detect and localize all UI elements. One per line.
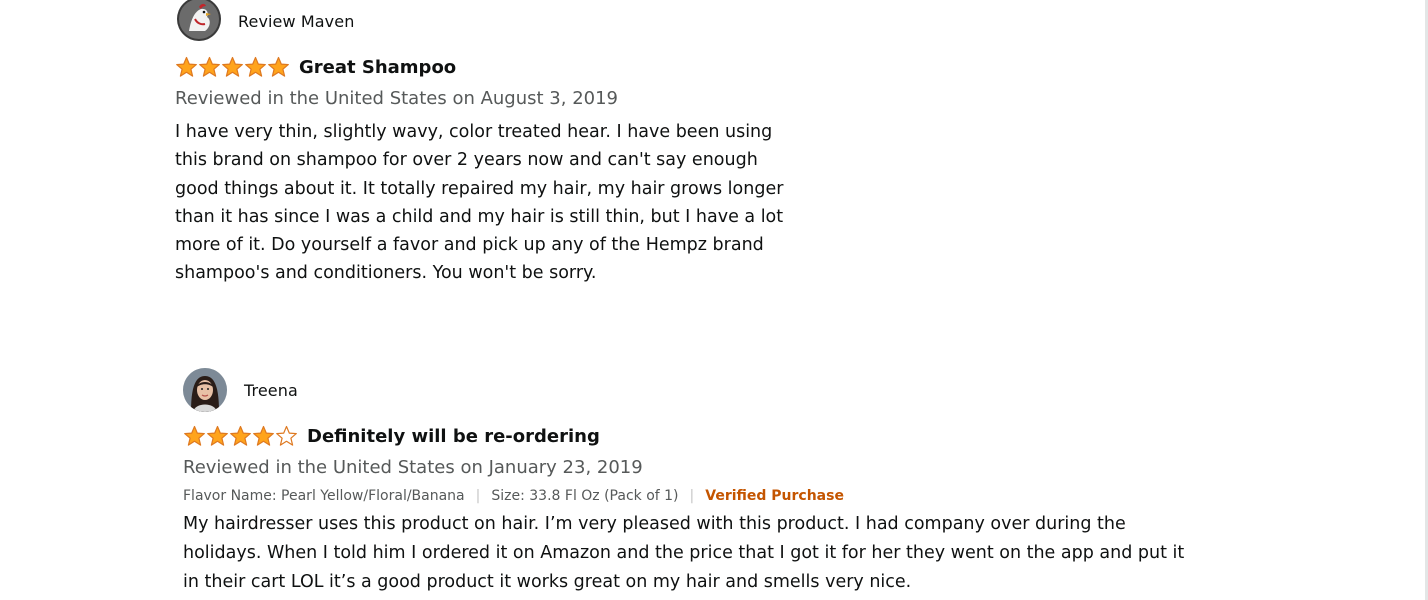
star-rating[interactable]: [175, 56, 290, 78]
review-item: Review Maven Great Shampoo Reviewed in t…: [175, 0, 855, 288]
user-avatar-icon[interactable]: [183, 368, 227, 412]
reviewer-profile[interactable]: Treena: [183, 368, 1263, 412]
reviewer-name[interactable]: Review Maven: [238, 12, 354, 31]
reviewer-name[interactable]: Treena: [244, 381, 298, 400]
star-filled-icon: [268, 56, 289, 77]
star-filled-icon: [207, 425, 228, 446]
flavor-name[interactable]: Flavor Name: Pearl Yellow/Floral/Banana: [183, 488, 465, 504]
star-filled-icon: [245, 56, 266, 77]
star-filled-icon: [222, 56, 243, 77]
review-body: My hairdresser uses this product on hair…: [183, 514, 1185, 592]
verified-purchase-badge: Verified Purchase: [705, 488, 844, 504]
review-date: Reviewed in the United States on August …: [175, 88, 619, 109]
divider: |: [475, 488, 481, 504]
star-filled-icon: [184, 425, 205, 446]
review-date: Reviewed in the United States on January…: [183, 457, 643, 478]
review-title-row: Definitely will be re-ordering: [183, 423, 1263, 449]
star-filled-icon: [230, 425, 251, 446]
review-title[interactable]: Great Shampoo: [299, 57, 456, 78]
star-filled-icon: [199, 56, 220, 77]
reviewer-profile[interactable]: Review Maven: [177, 0, 855, 42]
star-rating[interactable]: [183, 425, 298, 447]
review-item: Treena Definitely will be re-ordering Re…: [183, 368, 1263, 597]
star-filled-icon: [253, 425, 274, 446]
star-empty-icon: [276, 425, 297, 446]
review-title[interactable]: Definitely will be re-ordering: [307, 426, 600, 447]
divider: |: [689, 488, 695, 504]
review-title-row: Great Shampoo: [175, 54, 855, 80]
review-format-strip: Flavor Name: Pearl Yellow/Floral/Banana …: [183, 485, 1263, 507]
user-avatar-icon[interactable]: [177, 0, 221, 41]
review-body: I have very thin, slightly wavy, color t…: [175, 122, 784, 284]
star-filled-icon: [176, 56, 197, 77]
size-name[interactable]: Size: 33.8 Fl Oz (Pack of 1): [491, 488, 678, 504]
